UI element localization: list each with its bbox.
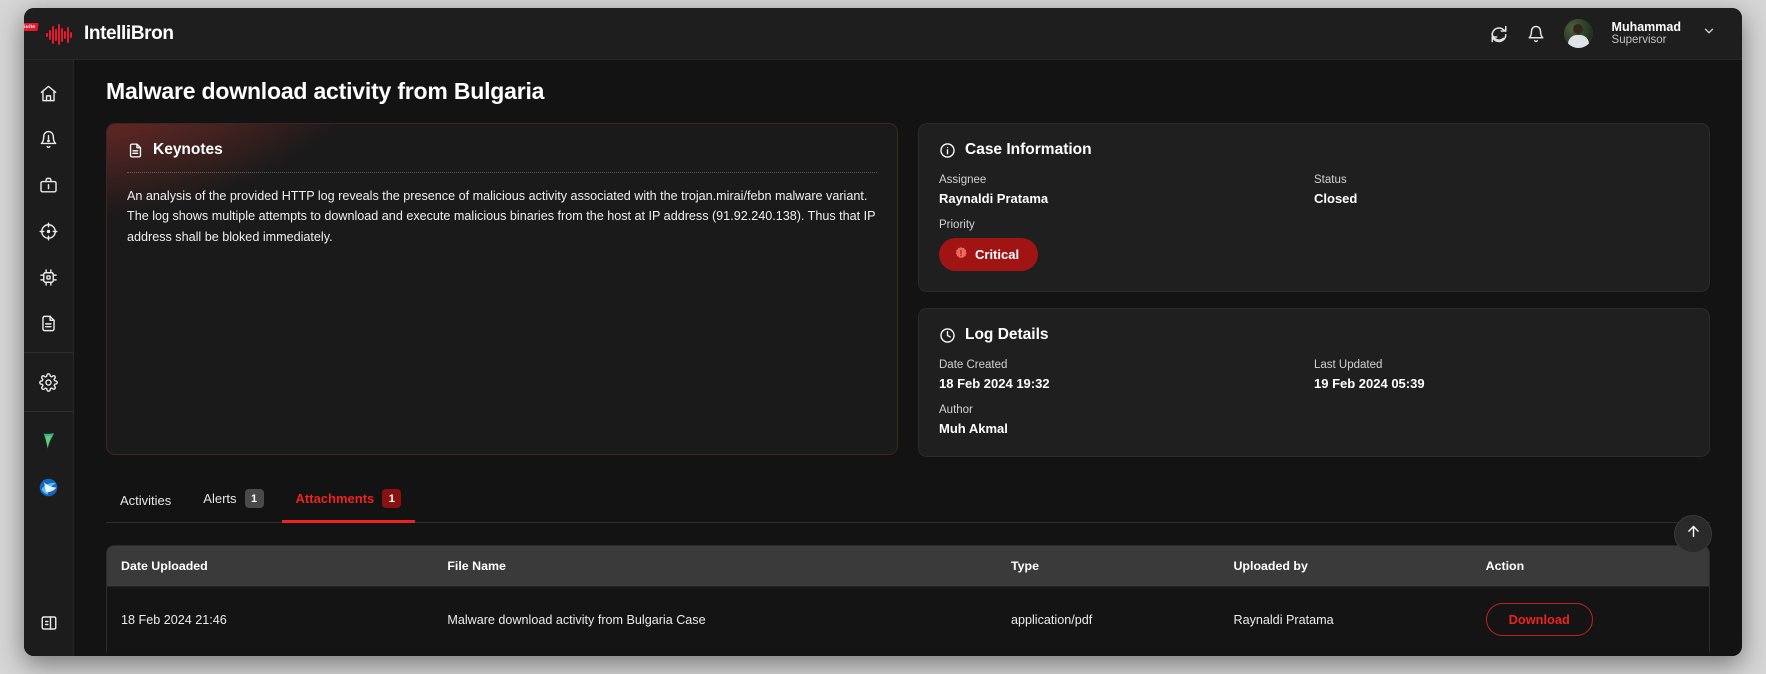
status-badge-priority: Critical — [939, 238, 1039, 271]
keynotes-body: An analysis of the provided HTTP log rev… — [127, 189, 876, 244]
author-value: Muh Akmal — [939, 421, 1008, 436]
case-information-fields: Assignee Raynaldi Pratama Status Closed … — [919, 159, 1709, 271]
brand-badge: SOC Suite — [24, 23, 39, 31]
status-value: Closed — [1314, 191, 1358, 206]
sidebar-item-home[interactable] — [24, 70, 74, 116]
table-header-row: Date Uploaded File Name Type Uploaded by… — [107, 546, 1709, 587]
log-details-fields: Date Created 18 Feb 2024 19:32 Last Upda… — [919, 344, 1709, 436]
cell-uploaded-by: Raynaldi Pratama — [1233, 612, 1334, 627]
user-menu[interactable]: Muhammad Supervisor — [1612, 20, 1681, 48]
last-updated-value: 19 Feb 2024 05:39 — [1314, 376, 1425, 391]
cell-action: Download — [1472, 587, 1709, 653]
sidebar-item-assets[interactable] — [24, 254, 74, 300]
tab-alerts-label: Alerts — [203, 491, 237, 506]
header-actions: Muhammad Supervisor — [1490, 19, 1716, 48]
tab-activities[interactable]: Activities — [106, 483, 185, 523]
sidebar-item-app-blue[interactable] — [24, 464, 74, 510]
refresh-icon[interactable] — [1490, 25, 1508, 43]
tabs: Activities Alerts 1 Attachments 1 — [106, 479, 1710, 523]
date-created-value: 18 Feb 2024 19:32 — [939, 376, 1050, 391]
column-header-action: Action — [1485, 559, 1525, 573]
details-column: Case Information Assignee Raynaldi Prata… — [918, 123, 1710, 457]
sidebar-item-collapse-sidebar[interactable] — [24, 600, 74, 646]
column-header-file-name: File Name — [447, 559, 506, 573]
chevron-down-icon[interactable] — [1702, 24, 1716, 43]
cell-file-name: Malware download activity from Bulgaria … — [447, 612, 706, 627]
sidebar-divider-1 — [24, 352, 73, 353]
tab-alerts-badge: 1 — [244, 489, 264, 508]
table-row: 18 Feb 2024 21:46 Malware download activ… — [107, 586, 1709, 653]
field-date-created: Date Created 18 Feb 2024 19:32 — [939, 359, 1314, 391]
brand-name: IntelliBron — [84, 22, 174, 44]
alert-burst-icon — [954, 246, 968, 263]
main-content: Malware download activity from Bulgaria — [74, 60, 1742, 656]
field-priority: Priority Critical — [939, 219, 1689, 271]
assignee-value: Raynaldi Pratama — [939, 191, 1049, 206]
priority-label: Priority — [939, 219, 975, 231]
info-circle-icon — [939, 142, 956, 159]
cell-type: application/pdf — [1010, 612, 1093, 627]
arrow-up-icon — [1685, 523, 1702, 545]
date-created-label: Date Created — [939, 359, 1008, 371]
keynotes-title: Keynotes — [153, 141, 223, 158]
user-role: Supervisor — [1611, 34, 1667, 47]
last-updated-label: Last Updated — [1314, 359, 1383, 371]
scroll-to-top-button[interactable] — [1674, 515, 1712, 553]
case-information-header: Case Information — [919, 124, 1709, 159]
column-header-uploaded-by: Uploaded by — [1233, 559, 1308, 573]
cards-row: Keynotes An analysis of the provided HTT… — [74, 105, 1742, 457]
app-window: IntelliBron SOC Suite — [24, 8, 1742, 656]
column-header-date-uploaded: Date Uploaded — [121, 559, 208, 573]
sidebar — [24, 60, 74, 656]
assignee-label: Assignee — [939, 174, 987, 186]
log-details-header: Log Details — [919, 309, 1709, 344]
field-author: Author Muh Akmal — [939, 404, 1689, 436]
field-assignee: Assignee Raynaldi Pratama — [939, 174, 1314, 206]
keynotes-header: Keynotes — [107, 124, 897, 159]
sidebar-item-cases[interactable] — [24, 162, 74, 208]
keynotes-column: Keynotes An analysis of the provided HTT… — [106, 123, 898, 457]
author-label: Author — [939, 404, 973, 416]
priority-value: Critical — [975, 247, 1020, 262]
tab-attachments[interactable]: Attachments 1 — [281, 479, 416, 523]
avatar[interactable] — [1563, 19, 1593, 48]
case-information-title: Case Information — [965, 141, 1092, 158]
column-header-type: Type — [1010, 559, 1039, 573]
keynotes-card: Keynotes An analysis of the provided HTT… — [106, 123, 898, 455]
waveform-icon — [46, 22, 76, 46]
brand-logo[interactable]: IntelliBron SOC Suite — [24, 22, 174, 46]
sidebar-item-settings[interactable] — [24, 359, 74, 405]
field-status: Status Closed — [1314, 174, 1689, 206]
tab-activities-label: Activities — [120, 493, 172, 508]
page-title: Malware download activity from Bulgaria — [106, 78, 545, 104]
sidebar-item-threat-hunting[interactable] — [24, 208, 74, 254]
status-label: Status — [1314, 174, 1347, 186]
sidebar-divider-2 — [24, 411, 73, 412]
download-button[interactable]: Download — [1485, 603, 1593, 636]
cell-date-uploaded: 18 Feb 2024 21:46 — [121, 612, 227, 627]
tab-alerts[interactable]: Alerts 1 — [189, 479, 277, 523]
log-details-card: Log Details Date Created 18 Feb 2024 19:… — [918, 308, 1710, 457]
log-details-title: Log Details — [965, 326, 1049, 343]
tab-attachments-label: Attachments — [295, 491, 375, 506]
top-header: IntelliBron SOC Suite — [24, 8, 1742, 60]
tab-attachments-badge: 1 — [382, 489, 402, 508]
document-icon — [127, 142, 144, 159]
user-name: Muhammad — [1611, 19, 1681, 34]
field-last-updated: Last Updated 19 Feb 2024 05:39 — [1314, 359, 1689, 391]
case-information-card: Case Information Assignee Raynaldi Prata… — [918, 123, 1710, 292]
clock-icon — [939, 327, 956, 344]
sidebar-item-app-teal[interactable] — [24, 418, 74, 464]
attachments-table: Date Uploaded File Name Type Uploaded by… — [106, 545, 1710, 652]
sidebar-item-alerts[interactable] — [24, 116, 74, 162]
sidebar-item-reports[interactable] — [24, 300, 74, 346]
bell-icon[interactable] — [1527, 25, 1545, 43]
